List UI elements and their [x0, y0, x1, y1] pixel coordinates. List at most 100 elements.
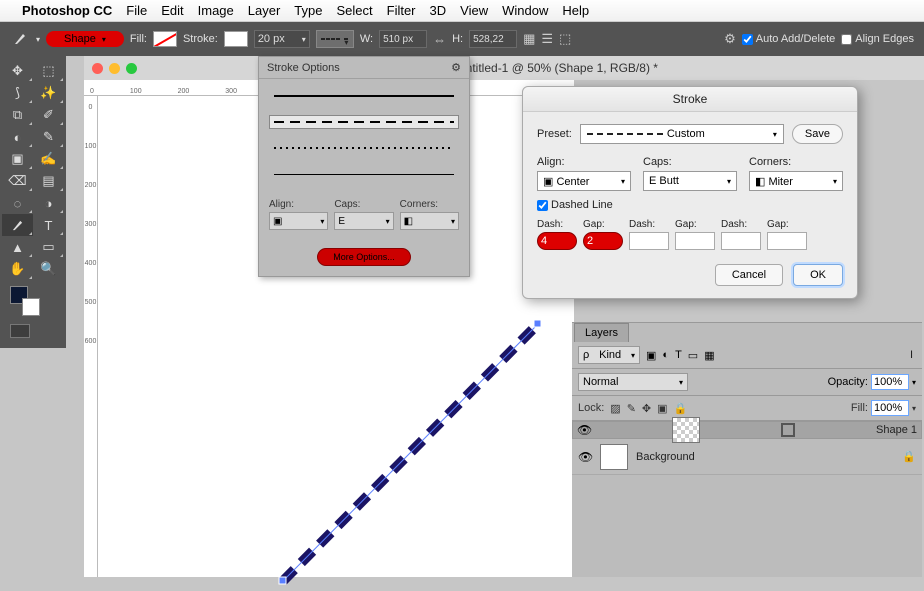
stroke-preset-dashed[interactable]: [269, 115, 459, 129]
menu-type[interactable]: Type: [294, 3, 322, 18]
save-button[interactable]: Save: [792, 124, 843, 144]
filter-adjust-icon[interactable]: ◐: [662, 349, 669, 361]
fill-input[interactable]: [871, 400, 909, 416]
auto-add-delete-checkbox[interactable]: Auto Add/Delete: [742, 33, 836, 45]
gap3-input[interactable]: [767, 232, 807, 250]
menu-3d[interactable]: 3D: [430, 3, 447, 18]
menu-file[interactable]: File: [126, 3, 147, 18]
opacity-input[interactable]: [871, 374, 909, 390]
vector-mask-thumb[interactable]: [781, 423, 795, 437]
gradient-tool[interactable]: ▤: [33, 170, 64, 192]
more-options-button[interactable]: More Options...: [317, 248, 411, 266]
stroke-preset-solid[interactable]: [269, 89, 459, 103]
sd-corners-select[interactable]: ◧ Miter▾: [749, 171, 843, 191]
filter-smart-icon[interactable]: ▦: [704, 349, 714, 362]
filter-type-icon[interactable]: T: [675, 349, 682, 361]
dodge-tool[interactable]: ◑: [33, 192, 64, 214]
width-input[interactable]: [379, 30, 427, 48]
visibility-icon[interactable]: 👁: [577, 423, 591, 437]
fill-chevron[interactable]: ▾: [912, 404, 916, 413]
dash2-input[interactable]: [629, 232, 669, 250]
menu-image[interactable]: Image: [198, 3, 234, 18]
menu-view[interactable]: View: [460, 3, 488, 18]
stroke-swatch[interactable]: [224, 31, 248, 47]
heal-tool[interactable]: ◐: [2, 126, 33, 148]
sd-align-select[interactable]: ▣ Center▾: [537, 171, 631, 191]
dash1-input[interactable]: [537, 232, 577, 250]
height-input[interactable]: [469, 30, 517, 48]
menu-select[interactable]: Select: [336, 3, 372, 18]
layer-row[interactable]: 👁 Background 🔒: [572, 439, 922, 475]
menu-edit[interactable]: Edit: [161, 3, 183, 18]
eraser-tool[interactable]: ⌫: [2, 170, 33, 192]
visibility-icon[interactable]: 👁: [578, 450, 592, 464]
lock-all-icon[interactable]: 🔒: [674, 402, 688, 415]
blur-tool[interactable]: ◌: [2, 192, 33, 214]
lock-paint-icon[interactable]: ✎: [627, 402, 636, 415]
stroke-options-gear-icon[interactable]: ⚙: [451, 61, 461, 74]
menu-window[interactable]: Window: [502, 3, 548, 18]
sd-caps-select[interactable]: E Butt▾: [643, 171, 737, 191]
stroke-type-select[interactable]: ▾: [316, 30, 354, 48]
fill-swatch[interactable]: [153, 31, 177, 47]
layer-filter-kind[interactable]: ρ Kind▾: [578, 346, 640, 364]
preset-select[interactable]: Custom▾: [580, 124, 784, 144]
stroke-preset-dotted[interactable]: [269, 141, 459, 155]
crop-tool[interactable]: ⧉: [2, 104, 33, 126]
history-brush-tool[interactable]: ✍: [33, 148, 64, 170]
type-tool[interactable]: T: [33, 214, 64, 236]
fg-bg-swatch[interactable]: [10, 286, 40, 316]
window-max[interactable]: [126, 63, 137, 74]
move-tool[interactable]: ✥: [2, 60, 33, 82]
gear-icon[interactable]: ⚙: [724, 31, 736, 47]
shape-tool[interactable]: ▭: [33, 236, 64, 258]
chain-icon[interactable]: ⇔: [433, 32, 446, 47]
path-arrange-icon[interactable]: ⬚: [559, 31, 571, 47]
filter-shape-icon[interactable]: ▭: [688, 349, 698, 362]
stroke-width-select[interactable]: 20 px▾: [254, 30, 310, 48]
menu-filter[interactable]: Filter: [387, 3, 416, 18]
align-select[interactable]: ▣ ▾: [269, 212, 328, 230]
layer-name[interactable]: Shape 1: [876, 424, 917, 436]
layer-thumb[interactable]: [672, 417, 700, 443]
lasso-tool[interactable]: ⟆: [2, 82, 33, 104]
lock-artboard-icon[interactable]: ▣: [657, 402, 667, 415]
pen-tool[interactable]: [2, 214, 33, 236]
layer-thumb[interactable]: [600, 444, 628, 470]
stamp-tool[interactable]: ▣: [2, 148, 33, 170]
window-close[interactable]: [92, 63, 103, 74]
dash3-input[interactable]: [721, 232, 761, 250]
stroke-preset-thin[interactable]: [269, 167, 459, 181]
layers-tab[interactable]: Layers: [574, 323, 629, 342]
shape-path[interactable]: [278, 316, 548, 591]
tool-mode-select[interactable]: Shape▾: [46, 31, 124, 47]
quickmask-icon[interactable]: [10, 324, 30, 338]
marquee-tool[interactable]: ⬚: [33, 60, 64, 82]
opacity-chevron[interactable]: ▾: [912, 378, 916, 387]
pen-tool-icon[interactable]: [10, 31, 30, 47]
path-select-tool[interactable]: ▲: [2, 236, 33, 258]
path-ops-icon[interactable]: ▦: [523, 31, 535, 47]
ok-button[interactable]: OK: [793, 264, 843, 286]
cancel-button[interactable]: Cancel: [715, 264, 783, 286]
eyedropper-tool[interactable]: ✐: [33, 104, 64, 126]
gap2-input[interactable]: [675, 232, 715, 250]
gap1-input[interactable]: [583, 232, 623, 250]
brush-tool[interactable]: ✎: [33, 126, 64, 148]
corners-select[interactable]: ◧ ▾: [400, 212, 459, 230]
dashed-line-checkbox[interactable]: Dashed Line: [537, 199, 843, 211]
lock-position-icon[interactable]: ✥: [642, 402, 651, 415]
wand-tool[interactable]: ✨: [33, 82, 64, 104]
path-align-icon[interactable]: ☰: [541, 31, 553, 47]
layer-row[interactable]: 👁 Shape 1: [572, 421, 922, 439]
caps-select[interactable]: E ▾: [334, 212, 393, 230]
zoom-tool[interactable]: 🔍: [33, 258, 64, 280]
layer-name[interactable]: Background: [636, 451, 695, 463]
align-edges-checkbox[interactable]: Align Edges: [841, 33, 914, 45]
filter-pixel-icon[interactable]: ▣: [646, 349, 656, 362]
tool-preset-chevron[interactable]: ▾: [36, 35, 40, 44]
window-min[interactable]: [109, 63, 120, 74]
lock-pixels-icon[interactable]: ▨: [610, 402, 620, 415]
menu-help[interactable]: Help: [562, 3, 589, 18]
menu-layer[interactable]: Layer: [248, 3, 281, 18]
